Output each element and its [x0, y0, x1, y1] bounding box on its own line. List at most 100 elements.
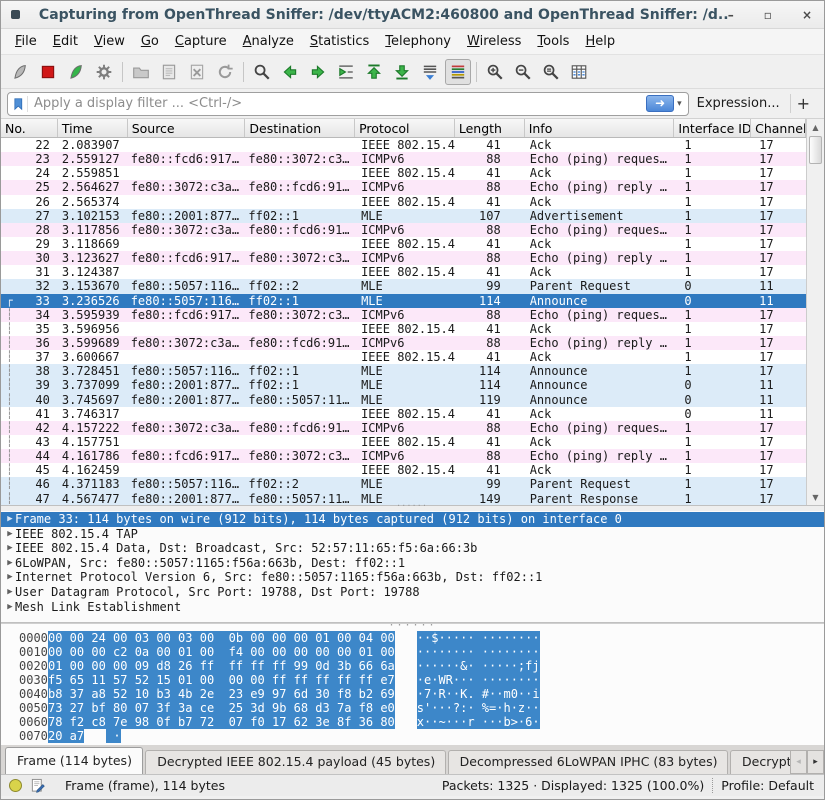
apply-filter-button[interactable]: ➜	[646, 95, 674, 112]
hex-row[interactable]: 0040b8 37 a8 52 10 b3 4b 2e 23 e9 97 6d …	[1, 687, 824, 701]
menu-item-wireless[interactable]: Wireless	[459, 31, 529, 52]
column-header-length[interactable]: Length	[455, 119, 525, 137]
column-header-channel[interactable]: Channel	[751, 119, 806, 137]
capture-options-icon[interactable]	[91, 59, 117, 85]
list-detail-splitter[interactable]: ······	[1, 506, 824, 511]
menu-item-capture[interactable]: Capture	[167, 31, 235, 52]
column-header-destination[interactable]: Destination	[245, 119, 355, 137]
packet-row[interactable]: 444.161786fe80::fcd6:917…fe80::3072:c3…I…	[1, 449, 806, 463]
first-packet-icon[interactable]	[361, 59, 387, 85]
byte-view-tab[interactable]: Decrypted IEEE 802.15.4 payload (45 byte…	[145, 750, 445, 774]
tab-scroll-left-icon[interactable]: ◂	[790, 750, 807, 774]
expression-button[interactable]: Expression...	[697, 96, 780, 111]
byte-view-tab[interactable]: Decompressed 6LoWPAN IPHC (83 bytes)	[448, 750, 728, 774]
packet-row[interactable]: 363.599689fe80::3072:c3a…fe80::fcd6:91…I…	[1, 336, 806, 350]
close-file-icon[interactable]	[184, 59, 210, 85]
scrollbar-thumb[interactable]	[809, 136, 822, 164]
capture-stop-icon[interactable]	[35, 59, 61, 85]
zoom-in-icon[interactable]	[482, 59, 508, 85]
packet-row[interactable]: 242.559851IEEE 802.15.441Ack117	[1, 166, 806, 180]
column-header-protocol[interactable]: Protocol	[355, 119, 455, 137]
maximize-button[interactable]: ▫	[764, 9, 772, 21]
minimize-button[interactable]: –	[728, 9, 734, 21]
packet-row[interactable]: 232.559127fe80::fcd6:917…fe80::3072:c3…I…	[1, 152, 806, 166]
expander-icon[interactable]: ▶	[1, 556, 15, 571]
bookmark-icon[interactable]	[12, 96, 28, 112]
scrollbar-up-icon[interactable]: ▲	[807, 119, 824, 135]
detail-row[interactable]: ▶IEEE 802.15.4 Data, Dst: Broadcast, Src…	[1, 541, 824, 556]
detail-row[interactable]: ▶Internet Protocol Version 6, Src: fe80:…	[1, 570, 824, 585]
column-header-time[interactable]: Time	[58, 119, 128, 137]
detail-row[interactable]: ▶User Datagram Protocol, Src Port: 19788…	[1, 585, 824, 600]
colorize-icon[interactable]	[445, 59, 471, 85]
packet-list-scrollbar[interactable]: ▲ ▼	[806, 119, 824, 505]
hex-row[interactable]: 002001 00 00 00 09 d8 26 ff ff ff ff 99 …	[1, 659, 824, 673]
expander-icon[interactable]: ▶	[1, 527, 15, 542]
hex-row[interactable]: 007020 a7 ·	[1, 729, 824, 743]
menu-item-statistics[interactable]: Statistics	[302, 31, 377, 52]
expert-info-icon[interactable]	[9, 779, 22, 792]
packet-row[interactable]: 283.117856fe80::3072:c3a…fe80::fcd6:91…I…	[1, 223, 806, 237]
packet-row[interactable]: 333.236526fe80::5057:116…ff02::1MLE114An…	[1, 294, 806, 308]
packet-row[interactable]: 262.565374IEEE 802.15.441Ack117	[1, 195, 806, 209]
resize-columns-icon[interactable]	[566, 59, 592, 85]
menu-item-go[interactable]: Go	[133, 31, 167, 52]
packet-row[interactable]: 293.118669IEEE 802.15.441Ack117	[1, 237, 806, 251]
packet-row[interactable]: 303.123627fe80::fcd6:917…fe80::3072:c3…I…	[1, 251, 806, 265]
hex-row[interactable]: 006078 f2 c8 7e 98 0f b7 72 07 f0 17 62 …	[1, 715, 824, 729]
menu-item-edit[interactable]: Edit	[45, 31, 86, 52]
hex-row[interactable]: 000000 00 24 00 03 00 03 00 0b 00 00 00 …	[1, 631, 824, 645]
tab-scroll-right-icon[interactable]: ▸	[807, 750, 824, 774]
packet-row[interactable]: 393.737099fe80::2001:877…ff02::1MLE114An…	[1, 378, 806, 392]
menu-item-view[interactable]: View	[86, 31, 133, 52]
column-header-info[interactable]: Info	[525, 119, 675, 137]
packet-row[interactable]: 413.746317IEEE 802.15.441Ack011┆	[1, 407, 806, 421]
packet-row[interactable]: 273.102153fe80::2001:877…ff02::1MLE107Ad…	[1, 209, 806, 223]
menu-item-telephony[interactable]: Telephony	[377, 31, 459, 52]
capture-start-icon[interactable]	[7, 59, 33, 85]
menu-item-analyze[interactable]: Analyze	[235, 31, 302, 52]
packet-row[interactable]: 434.157751IEEE 802.15.441Ack117┆	[1, 435, 806, 449]
previous-packet-icon[interactable]	[277, 59, 303, 85]
packet-row[interactable]: 454.162459IEEE 802.15.441Ack117┆	[1, 463, 806, 477]
expander-icon[interactable]: ▶	[1, 512, 15, 527]
capture-restart-icon[interactable]	[63, 59, 89, 85]
detail-row[interactable]: ▶Frame 33: 114 bytes on wire (912 bits),…	[1, 512, 824, 527]
add-filter-button[interactable]: +	[790, 94, 816, 113]
open-file-icon[interactable]	[128, 59, 154, 85]
column-header-interface-id[interactable]: Interface ID	[674, 119, 751, 137]
display-filter-field[interactable]: ➜ ▾	[7, 92, 689, 116]
menu-item-file[interactable]: File	[7, 31, 45, 52]
filter-history-caret-icon[interactable]: ▾	[674, 99, 685, 109]
capture-comment-icon[interactable]	[30, 778, 45, 793]
packet-row[interactable]: 373.600667IEEE 802.15.441Ack117┆	[1, 350, 806, 364]
expander-icon[interactable]: ▶	[1, 541, 15, 556]
packet-row[interactable]: 464.371183fe80::5057:116…ff02::2MLE99Par…	[1, 477, 806, 491]
expander-icon[interactable]: ▶	[1, 585, 15, 600]
hex-row[interactable]: 0030f5 65 11 57 52 15 01 00 00 00 ff ff …	[1, 673, 824, 687]
packet-row[interactable]: 403.745697fe80::2001:877…fe80::5057:11…M…	[1, 393, 806, 407]
autoscroll-icon[interactable]	[417, 59, 443, 85]
packet-row[interactable]: 353.596956IEEE 802.15.441Ack117┆	[1, 322, 806, 336]
packet-row[interactable]: 313.124387IEEE 802.15.441Ack117	[1, 265, 806, 279]
packet-row[interactable]: 252.564627fe80::3072:c3a…fe80::fcd6:91…I…	[1, 180, 806, 194]
packet-row[interactable]: 222.083907IEEE 802.15.441Ack117	[1, 138, 806, 152]
detail-row[interactable]: ▶Mesh Link Establishment	[1, 600, 824, 615]
hex-row[interactable]: 001000 00 00 c2 0a 00 01 00 f4 00 00 00 …	[1, 645, 824, 659]
status-profile[interactable]: Profile: Default	[721, 778, 814, 793]
packet-row[interactable]: 343.595939fe80::fcd6:917…fe80::3072:c3…I…	[1, 308, 806, 322]
detail-row[interactable]: ▶IEEE 802.15.4 TAP	[1, 527, 824, 542]
next-packet-icon[interactable]	[305, 59, 331, 85]
packet-row[interactable]: 424.157222fe80::3072:c3a…fe80::fcd6:91…I…	[1, 421, 806, 435]
reload-icon[interactable]	[212, 59, 238, 85]
zoom-out-icon[interactable]	[510, 59, 536, 85]
packet-row[interactable]: 383.728451fe80::5057:116…ff02::1MLE114An…	[1, 364, 806, 378]
menu-item-tools[interactable]: Tools	[529, 31, 577, 52]
packet-row[interactable]: 323.153670fe80::5057:116…ff02::2MLE99Par…	[1, 279, 806, 293]
save-file-icon[interactable]	[156, 59, 182, 85]
last-packet-icon[interactable]	[389, 59, 415, 85]
find-packet-icon[interactable]	[249, 59, 275, 85]
display-filter-input[interactable]	[34, 96, 646, 111]
expander-icon[interactable]: ▶	[1, 600, 15, 615]
menu-item-help[interactable]: Help	[577, 31, 623, 52]
